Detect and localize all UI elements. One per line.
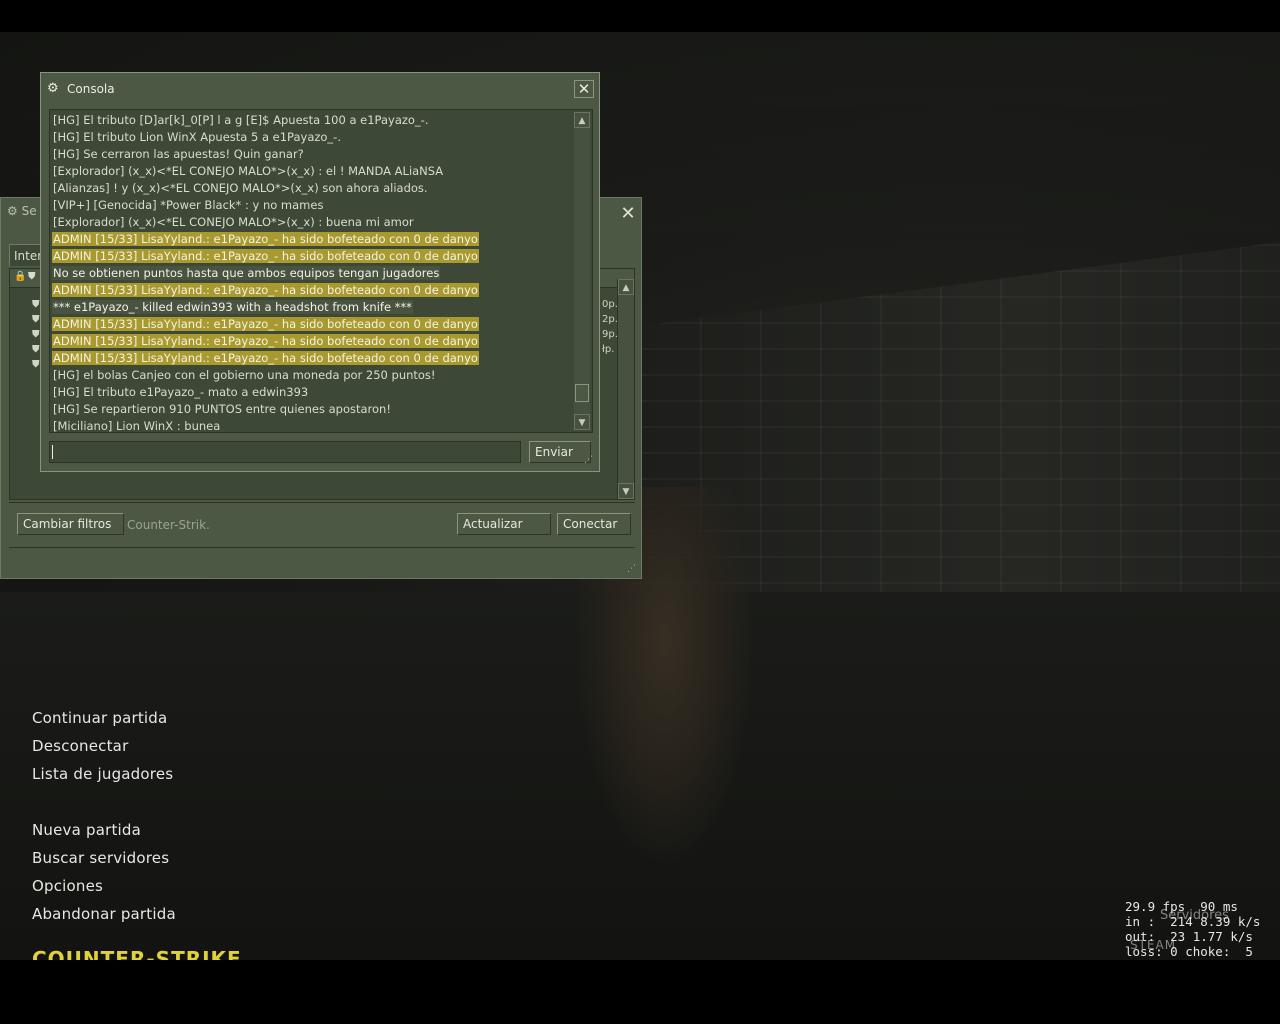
letterbox-top (0, 0, 1280, 32)
console-log-line-text: [Miciliano] Lion WinX : bunea (53, 419, 221, 433)
menu-player-list[interactable]: Lista de jugadores (32, 764, 176, 792)
netgraph-loss-line: loss: 0 choke: 5 (1125, 944, 1253, 959)
console-log-line-text: ADMIN [15/33] LisaYyland.: e1Payazo_- ha… (52, 249, 479, 263)
console-log-line-text: ADMIN [15/33] LisaYyland.: e1Payazo_- ha… (52, 317, 479, 331)
console-scrollbar[interactable]: ▲ ▼ (574, 112, 590, 430)
console-log-line-text: [HG] El tributo [D]ar[k]_0[P] l a g [E]$… (53, 113, 429, 127)
console-log-line: [HG] El tributo e1Payazo_- mato a edwin3… (52, 384, 572, 401)
console-window: ⚙ Consola ✕ [HG] El tributo [D]ar[k]_0[P… (40, 72, 600, 472)
console-log-line: [HG] El tributo Lion WinX Apuesta 5 a e1… (52, 129, 572, 146)
netgraph-in-line: in : 214 8.39 k/s (1125, 914, 1261, 929)
scroll-thumb[interactable] (575, 384, 589, 402)
console-log-line: [HG] Se cerraron las apuestas! Quin gana… (52, 146, 572, 163)
scroll-up-arrow-icon[interactable]: ▲ (618, 279, 634, 295)
ping-value: 9p. (602, 329, 618, 340)
lock-icon[interactable]: 🔒 (14, 271, 26, 282)
scroll-down-arrow-icon[interactable]: ▼ (574, 414, 590, 430)
console-title: Consola (67, 82, 115, 96)
console-log-line-text: [HG] el bolas Canjeo con el gobierno una… (53, 368, 436, 382)
console-log-line-text: [HG] El tributo e1Payazo_- mato a edwin3… (53, 385, 309, 399)
menu-disconnect[interactable]: Desconectar (32, 736, 176, 764)
console-log-line: [HG] el bolas Canjeo con el gobierno una… (52, 367, 572, 384)
console-log-line: *** e1Payazo_- killed edwin393 with a he… (52, 299, 572, 316)
steam-icon: ⚙ (7, 204, 18, 218)
netgraph-fps-line: 29.9 fps 90 ms (1125, 899, 1238, 914)
console-log-lines: [HG] El tributo [D]ar[k]_0[P] l a g [E]$… (52, 112, 572, 433)
console-log-line: No se obtienen puntos hasta que ambos eq… (52, 265, 572, 282)
steam-icon: ⚙ (47, 81, 59, 96)
console-log-line-text: [Alianzas] ! y (x_x)<*EL CONEJO MALO*>(x… (53, 181, 428, 195)
console-log-line-text: ADMIN [15/33] LisaYyland.: e1Payazo_- ha… (52, 283, 479, 297)
connect-button[interactable]: Conectar (557, 513, 631, 535)
console-log-line: ADMIN [15/33] LisaYyland.: e1Payazo_- ha… (52, 316, 572, 333)
console-input[interactable] (49, 441, 521, 463)
console-log-line: [Miciliano] Lion WinX : bunea (52, 418, 572, 433)
text-caret (52, 445, 53, 459)
server-browser-title: ⚙ Se (7, 204, 37, 218)
vac-shield-icon: ⛊ (32, 359, 40, 370)
ping-value: 2p. (602, 314, 618, 325)
vac-shield-icon: ⛊ (32, 299, 40, 310)
console-log-line: [HG] Se repartieron 910 PUNTOS entre qui… (52, 401, 572, 418)
server-list-scrollbar[interactable]: ▲ ▼ (617, 279, 634, 499)
server-browser-close-button[interactable]: ✕ (619, 205, 637, 223)
console-log-line: [Explorador] (x_x)<*EL CONEJO MALO*>(x_x… (52, 214, 572, 231)
console-log-line-text: [VIP+] [Genocida] *Power Black* : y no m… (53, 198, 324, 212)
vac-shield-icon: ⛊ (32, 314, 40, 325)
console-log-line: ADMIN [15/33] LisaYyland.: e1Payazo_- ha… (52, 350, 572, 367)
console-log-line-text: [HG] Se cerraron las apuestas! Quin gana… (53, 147, 304, 161)
scroll-down-arrow-icon[interactable]: ▼ (618, 483, 634, 499)
vac-shield-icon: ⛊ (32, 329, 40, 340)
console-log-line-text: [Explorador] (x_x)<*EL CONEJO MALO*>(x_x… (53, 164, 444, 178)
menu-find-servers[interactable]: Buscar servidores (32, 848, 176, 876)
console-log-line-text: ADMIN [15/33] LisaYyland.: e1Payazo_- ha… (52, 232, 479, 246)
console-log-line-text: ADMIN [15/33] LisaYyland.: e1Payazo_- ha… (52, 334, 479, 348)
filter-summary: Counter-Strik. (127, 518, 210, 532)
send-button[interactable]: Enviar (529, 441, 591, 463)
console-log-line: [HG] El tributo [D]ar[k]_0[P] l a g [E]$… (52, 112, 572, 129)
netgraph: 29.9 fps 90 ms in : 214 8.39 k/s out: 23… (1125, 899, 1260, 959)
menu-quit-game[interactable]: Abandonar partida (32, 904, 176, 932)
ping-value: 0p. (602, 299, 618, 310)
console-log-line-text: [HG] Se repartieron 910 PUNTOS entre qui… (53, 402, 391, 416)
console-log-line-text: [HG] El tributo Lion WinX Apuesta 5 a e1… (53, 130, 341, 144)
scroll-up-arrow-icon[interactable]: ▲ (574, 112, 590, 128)
change-filters-button[interactable]: Cambiar filtros (17, 513, 124, 535)
main-menu: Continuar partida Desconectar Lista de j… (32, 708, 176, 932)
netgraph-out-line: out: 23 1.77 k/s (1125, 929, 1253, 944)
console-log-line: [Alianzas] ! y (x_x)<*EL CONEJO MALO*>(x… (52, 180, 572, 197)
resize-grip-icon[interactable]: ⋰ (627, 564, 636, 574)
vac-shield-icon: ⛊ (32, 344, 40, 355)
menu-continue-game[interactable]: Continuar partida (32, 708, 176, 736)
console-close-button[interactable]: ✕ (574, 80, 594, 98)
ping-value: łp. (602, 344, 615, 355)
menu-options[interactable]: Opciones (32, 876, 176, 904)
resize-grip-icon[interactable]: ⋰ (584, 455, 593, 465)
console-log-line: [VIP+] [Genocida] *Power Black* : y no m… (52, 197, 572, 214)
console-log-line-text: *** e1Payazo_- killed edwin393 with a he… (52, 300, 413, 314)
console-log-line-text: [Explorador] (x_x)<*EL CONEJO MALO*>(x_x… (53, 215, 414, 229)
counter-strike-logo: COUNTER-STRIKE (32, 947, 242, 960)
console-log-line: ADMIN [15/33] LisaYyland.: e1Payazo_- ha… (52, 282, 572, 299)
server-browser-title-text: Se (21, 204, 37, 218)
menu-new-game[interactable]: Nueva partida (32, 820, 176, 848)
console-log-line: [Explorador] (x_x)<*EL CONEJO MALO*>(x_x… (52, 163, 572, 180)
shield-icon[interactable]: ⛊ (28, 271, 36, 282)
letterbox-bottom (0, 960, 1280, 1024)
console-log-line: ADMIN [15/33] LisaYyland.: e1Payazo_- ha… (52, 248, 572, 265)
refresh-button[interactable]: Actualizar (457, 513, 551, 535)
console-log-line-text: No se obtienen puntos hasta que ambos eq… (52, 266, 441, 280)
console-log-line: ADMIN [15/33] LisaYyland.: e1Payazo_- ha… (52, 333, 572, 350)
console-log[interactable]: [HG] El tributo [D]ar[k]_0[P] l a g [E]$… (49, 109, 593, 433)
console-log-line: ADMIN [15/33] LisaYyland.: e1Payazo_- ha… (52, 231, 572, 248)
console-log-line-text: ADMIN [15/33] LisaYyland.: e1Payazo_- ha… (52, 351, 479, 365)
